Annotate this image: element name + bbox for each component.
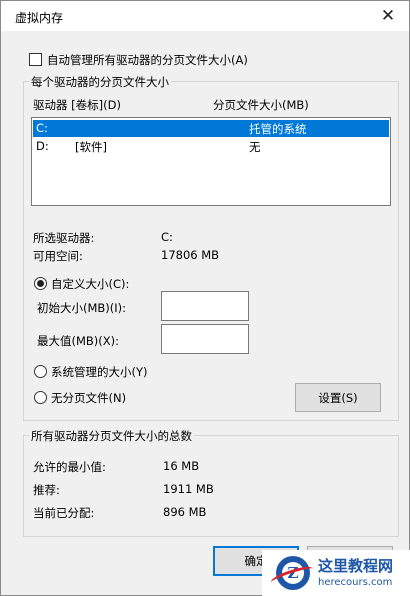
- selected-drive-label: 所选驱动器:: [33, 231, 95, 245]
- window-title: 虚拟内存: [15, 11, 64, 25]
- recommended-value: 1911 MB: [163, 482, 214, 496]
- free-space-label: 可用空间:: [33, 249, 83, 263]
- close-button[interactable]: ✕: [373, 3, 403, 29]
- system-managed-radio[interactable]: [34, 365, 47, 378]
- no-paging-file-radio[interactable]: [34, 391, 47, 404]
- current-allocated-value: 896 MB: [163, 505, 207, 519]
- custom-size-radio[interactable]: [34, 277, 47, 290]
- system-managed-label[interactable]: 系统管理的大小(Y): [51, 364, 148, 380]
- custom-size-label[interactable]: 自定义大小(C):: [51, 276, 129, 292]
- virtual-memory-dialog: 虚拟内存 ✕ 自动管理所有驱动器的分页文件大小(A) 每个驱动器的分页文件大小 …: [0, 0, 410, 596]
- drive-letter: C:: [36, 121, 48, 135]
- set-button[interactable]: 设置(S): [295, 383, 381, 412]
- initial-size-input[interactable]: [161, 291, 249, 321]
- drive-volume-label: [软件]: [75, 140, 107, 154]
- drive-row-d[interactable]: D: [软件] 无: [33, 138, 389, 155]
- max-size-input[interactable]: [161, 324, 249, 354]
- current-allocated-label: 当前已分配:: [33, 506, 95, 520]
- set-button-label: 设置(S): [318, 390, 358, 405]
- watermark: Z 这里教程网 herecours.com: [262, 550, 410, 596]
- drive-paging-size: 托管的系统: [249, 122, 307, 136]
- recommended-label: 推荐:: [33, 483, 60, 497]
- watermark-text: 这里教程网: [318, 557, 394, 575]
- drive-paging-size: 无: [249, 140, 261, 154]
- min-allowed-label: 允许的最小值:: [33, 460, 106, 474]
- drive-letter: D:: [36, 139, 49, 153]
- drive-row-c[interactable]: C: 托管的系统: [33, 120, 389, 137]
- drives-group-legend: 每个驱动器的分页文件大小: [29, 74, 171, 90]
- column-header-drive: 驱动器 [卷标](D): [33, 98, 121, 112]
- no-paging-file-label[interactable]: 无分页文件(N): [51, 390, 126, 406]
- initial-size-label: 初始大小(MB)(I):: [37, 301, 127, 315]
- selected-drive-value: C:: [161, 230, 173, 244]
- column-header-size: 分页文件大小(MB): [213, 98, 309, 112]
- max-size-label: 最大值(MB)(X):: [37, 334, 120, 348]
- auto-manage-checkbox[interactable]: [29, 53, 42, 66]
- close-icon: ✕: [380, 6, 396, 26]
- auto-manage-label[interactable]: 自动管理所有驱动器的分页文件大小(A): [47, 52, 248, 68]
- watermark-url: herecours.com: [318, 577, 393, 588]
- title-bar: 虚拟内存 ✕: [1, 1, 409, 31]
- totals-group-legend: 所有驱动器分页文件大小的总数: [29, 428, 194, 444]
- free-space-value: 17806 MB: [161, 248, 220, 262]
- min-allowed-value: 16 MB: [163, 459, 200, 473]
- drive-list[interactable]: C: 托管的系统 D: [软件] 无: [31, 117, 391, 206]
